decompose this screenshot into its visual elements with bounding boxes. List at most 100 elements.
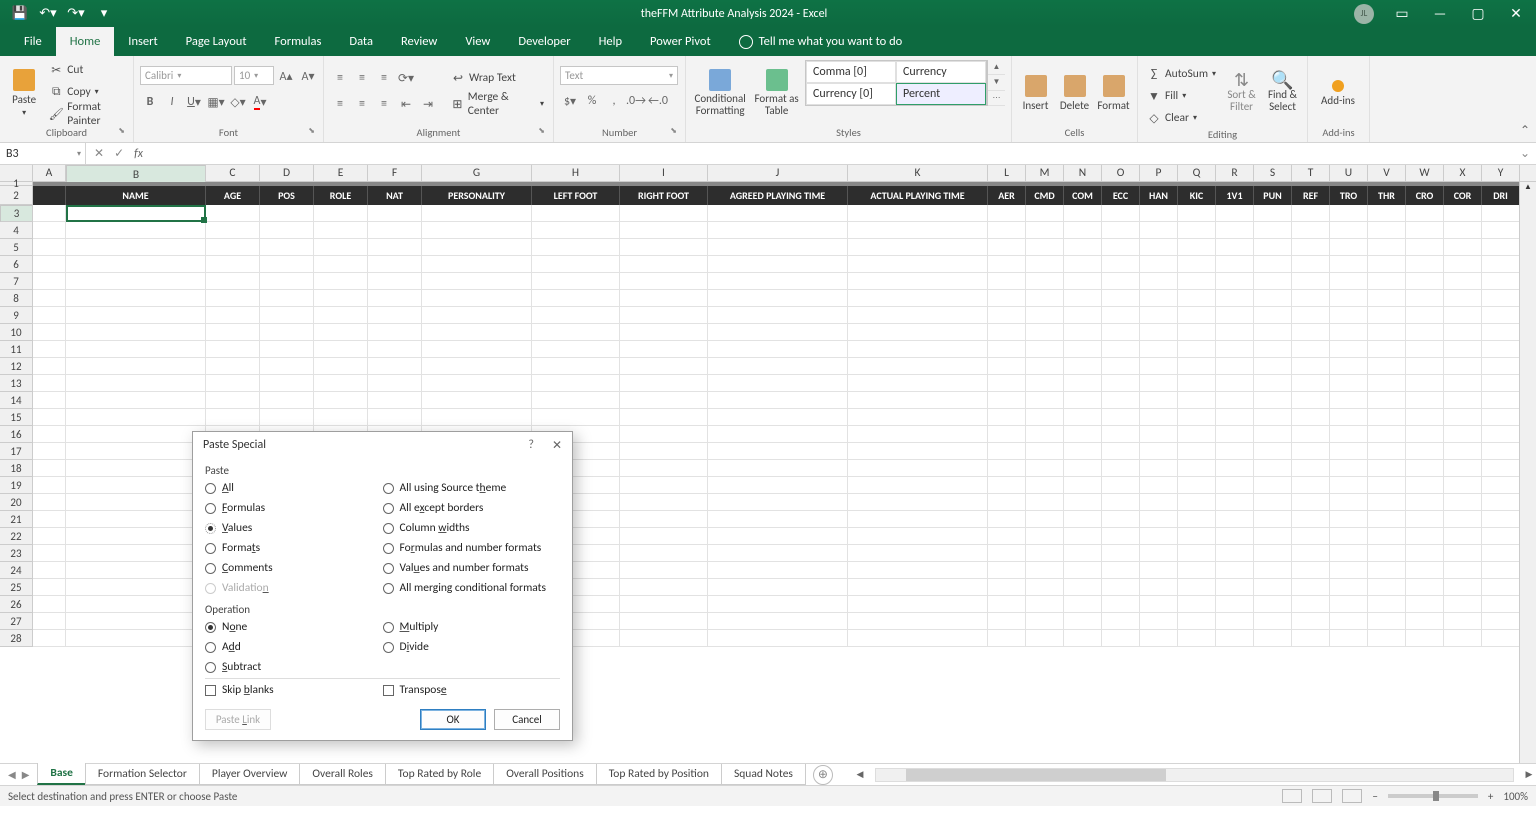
- row-header[interactable]: 7: [0, 273, 33, 290]
- ok-button[interactable]: OK: [420, 709, 486, 730]
- close-icon[interactable]: ✕: [1506, 4, 1526, 24]
- tab-data[interactable]: Data: [335, 27, 387, 56]
- dialog-help-icon[interactable]: ?: [528, 438, 534, 453]
- column-header[interactable]: M: [1026, 165, 1064, 182]
- table-header-cell[interactable]: LEFT FOOT: [532, 186, 620, 205]
- radio-all[interactable]: All: [205, 481, 383, 495]
- orientation-icon[interactable]: ⟳▾: [396, 68, 416, 88]
- row-header[interactable]: 18: [0, 460, 33, 477]
- table-header-cell[interactable]: KIC: [1178, 186, 1216, 205]
- align-middle-icon[interactable]: ≡: [352, 68, 372, 88]
- check-skip-blanks[interactable]: Skip blanks: [205, 683, 383, 697]
- tab-home[interactable]: Home: [56, 27, 115, 56]
- column-header[interactable]: W: [1406, 165, 1444, 182]
- align-left-icon[interactable]: ≡: [330, 94, 350, 114]
- accounting-format-icon[interactable]: $▾: [560, 91, 580, 111]
- table-header-cell[interactable]: COM: [1064, 186, 1102, 205]
- radio-none[interactable]: None: [205, 620, 383, 634]
- align-right-icon[interactable]: ≡: [374, 94, 394, 114]
- radio-except-borders[interactable]: All except borders: [383, 501, 561, 515]
- wrap-text-button[interactable]: ↩Wrap Text: [448, 68, 547, 88]
- normal-view-icon[interactable]: [1282, 789, 1302, 803]
- tab-review[interactable]: Review: [387, 27, 451, 56]
- font-color-button[interactable]: A▾: [250, 92, 270, 112]
- sheet-nav-next-icon[interactable]: ▶: [22, 768, 30, 781]
- addins-button[interactable]: Add-ins: [1314, 60, 1362, 126]
- comma-format-icon[interactable]: ,: [604, 91, 624, 111]
- radio-values-number[interactable]: Values and number formats: [383, 561, 561, 575]
- hscroll-right-icon[interactable]: ▶: [1522, 769, 1536, 780]
- collapse-ribbon-icon[interactable]: ⌃: [1520, 123, 1530, 138]
- row-header[interactable]: 5: [0, 239, 33, 256]
- column-header[interactable]: G: [422, 165, 532, 182]
- table-header-cell[interactable]: POS: [260, 186, 314, 205]
- table-header-cell[interactable]: NAME: [66, 186, 206, 205]
- row-header[interactable]: 23: [0, 545, 33, 562]
- column-header[interactable]: Y: [1482, 165, 1520, 182]
- row-header[interactable]: 9: [0, 307, 33, 324]
- radio-subtract[interactable]: Subtract: [205, 660, 383, 674]
- sort-filter-button[interactable]: ⇅Sort & Filter: [1223, 60, 1260, 126]
- page-layout-view-icon[interactable]: [1312, 789, 1332, 803]
- column-header[interactable]: E: [314, 165, 368, 182]
- style-currency0[interactable]: Currency [0]: [806, 83, 896, 105]
- row-header[interactable]: 24: [0, 562, 33, 579]
- row-header[interactable]: 4: [0, 222, 33, 239]
- style-currency[interactable]: Currency: [896, 61, 986, 83]
- row-header[interactable]: 3: [0, 205, 33, 222]
- align-center-icon[interactable]: ≡: [352, 94, 372, 114]
- column-header[interactable]: S: [1254, 165, 1292, 182]
- radio-multiply[interactable]: Multiply: [383, 620, 561, 634]
- fx-icon[interactable]: fx: [134, 147, 143, 161]
- column-header[interactable]: H: [532, 165, 620, 182]
- user-avatar[interactable]: JL: [1354, 4, 1374, 24]
- merge-center-button[interactable]: ⊞Merge & Center▾: [448, 94, 547, 114]
- row-header[interactable]: 17: [0, 443, 33, 460]
- row-header[interactable]: 11: [0, 341, 33, 358]
- radio-add[interactable]: Add: [205, 640, 383, 654]
- paste-button[interactable]: Paste▾: [6, 60, 42, 126]
- tab-view[interactable]: View: [451, 27, 504, 56]
- table-header-cell[interactable]: 1V1: [1216, 186, 1254, 205]
- tab-developer[interactable]: Developer: [504, 27, 584, 56]
- column-header[interactable]: K: [848, 165, 988, 182]
- radio-values[interactable]: Values: [205, 521, 383, 535]
- format-cells-button[interactable]: Format: [1096, 60, 1131, 126]
- cancel-formula-icon[interactable]: ✕: [94, 146, 104, 161]
- row-header[interactable]: 15: [0, 409, 33, 426]
- row-header[interactable]: 8: [0, 290, 33, 307]
- increase-decimal-icon[interactable]: .0→: [626, 91, 646, 111]
- expand-formula-bar-icon[interactable]: ⌄: [1520, 146, 1536, 161]
- row-header[interactable]: 2: [0, 186, 33, 205]
- table-header-cell[interactable]: CRO: [1406, 186, 1444, 205]
- row-header[interactable]: 6: [0, 256, 33, 273]
- radio-divide[interactable]: Divide: [383, 640, 561, 654]
- zoom-in-icon[interactable]: +: [1488, 790, 1493, 803]
- align-bottom-icon[interactable]: ≡: [374, 68, 394, 88]
- align-top-icon[interactable]: ≡: [330, 68, 350, 88]
- column-header[interactable]: U: [1330, 165, 1368, 182]
- horizontal-scrollbar[interactable]: [875, 768, 1514, 782]
- column-header[interactable]: P: [1140, 165, 1178, 182]
- table-header-cell[interactable]: ACTUAL PLAYING TIME: [848, 186, 988, 205]
- enter-formula-icon[interactable]: ✓: [114, 146, 124, 161]
- font-name-select[interactable]: Calibri▾: [140, 66, 232, 85]
- row-header[interactable]: 28: [0, 630, 33, 647]
- column-header[interactable]: R: [1216, 165, 1254, 182]
- row-header[interactable]: 12: [0, 358, 33, 375]
- table-header-cell[interactable]: HAN: [1140, 186, 1178, 205]
- table-header-cell[interactable]: PUN: [1254, 186, 1292, 205]
- bold-button[interactable]: B: [140, 92, 160, 112]
- sheet-tab[interactable]: Player Overview: [199, 764, 301, 785]
- styles-scroll[interactable]: ▲▼⋯: [987, 60, 1005, 106]
- cut-button[interactable]: ✂Cut: [46, 60, 127, 80]
- decrease-decimal-icon[interactable]: ←.0: [648, 91, 668, 111]
- table-header-cell[interactable]: AGE: [206, 186, 260, 205]
- italic-button[interactable]: I: [162, 92, 182, 112]
- save-icon[interactable]: 💾: [10, 4, 30, 24]
- row-header[interactable]: 22: [0, 528, 33, 545]
- decrease-font-icon[interactable]: A▾: [298, 66, 318, 86]
- cancel-button[interactable]: Cancel: [494, 709, 560, 730]
- table-header-cell[interactable]: RIGHT FOOT: [620, 186, 708, 205]
- tab-insert[interactable]: Insert: [114, 27, 171, 56]
